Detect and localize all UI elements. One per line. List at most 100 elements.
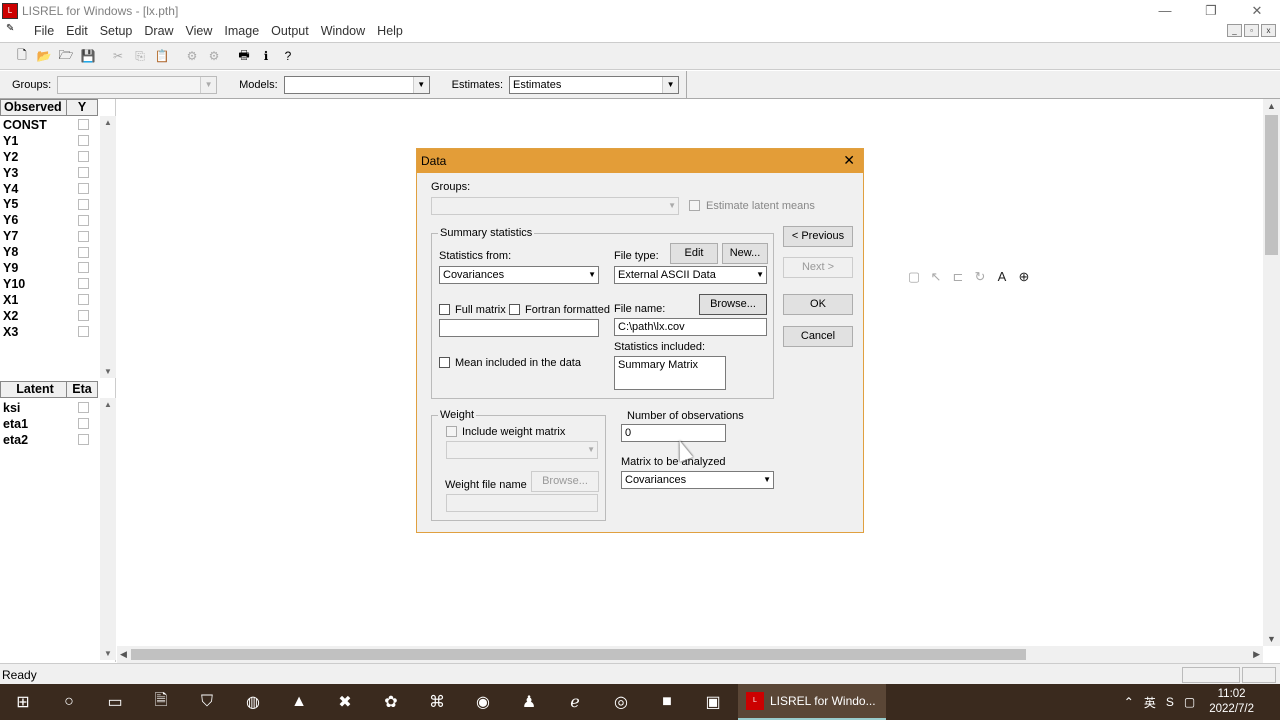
matrix-to-be-analyzed-select[interactable]: Covariances ▼: [621, 471, 774, 489]
number-of-observations-input[interactable]: 0: [621, 424, 726, 442]
variable-checkbox[interactable]: [78, 278, 89, 290]
run-prelis-icon[interactable]: ⚙: [204, 46, 224, 66]
latent-scrollbar[interactable]: ▲ ▼: [100, 398, 116, 660]
menu-help[interactable]: Help: [371, 24, 409, 38]
terminal-icon[interactable]: ▣: [690, 684, 736, 720]
menu-output[interactable]: Output: [265, 24, 315, 38]
chrome-icon[interactable]: ◎: [598, 684, 644, 720]
new-file-icon[interactable]: 🗋: [12, 46, 32, 66]
sogou-icon[interactable]: S: [1166, 695, 1174, 709]
shield-icon[interactable]: ⛉: [184, 684, 230, 720]
mean-included-checkbox[interactable]: [439, 357, 450, 368]
curved-arrow-icon[interactable]: ↻: [971, 268, 989, 286]
list-item[interactable]: Y8: [0, 244, 100, 260]
list-item[interactable]: Y5: [0, 196, 100, 212]
groups-select[interactable]: ▼: [57, 75, 218, 94]
fortran-formatted-checkbox[interactable]: [509, 304, 520, 315]
help-icon[interactable]: ?: [278, 46, 298, 66]
run-lisrel-icon[interactable]: ⚙: [182, 46, 202, 66]
list-item[interactable]: Y10: [0, 276, 100, 292]
variable-checkbox[interactable]: [78, 294, 89, 306]
red-app-icon[interactable]: ■: [644, 684, 690, 720]
fortran-format-input[interactable]: [439, 319, 599, 337]
search-icon[interactable]: ○: [46, 684, 92, 720]
info-icon[interactable]: ℹ: [256, 46, 276, 66]
list-item[interactable]: Y6: [0, 212, 100, 228]
weight-file-name-input[interactable]: [446, 494, 598, 512]
weight-matrix-select[interactable]: ▼: [446, 441, 598, 459]
globe-icon[interactable]: ◍: [230, 684, 276, 720]
paste-icon[interactable]: 📋: [152, 46, 172, 66]
ime-indicator[interactable]: 英: [1144, 694, 1156, 711]
estimate-latent-means-checkbox[interactable]: [689, 200, 700, 211]
matlab-icon[interactable]: ▲: [276, 684, 322, 720]
main-horizontal-scrollbar[interactable]: ◀ ▶: [117, 646, 1263, 663]
menu-view[interactable]: View: [180, 24, 219, 38]
restore-icon[interactable]: ❐: [1188, 0, 1234, 21]
mdi-restore-icon[interactable]: ▫: [1244, 24, 1259, 37]
save-icon[interactable]: 💾: [78, 46, 98, 66]
menu-edit[interactable]: Edit: [60, 24, 94, 38]
capcut-icon[interactable]: ✖: [322, 684, 368, 720]
edge-icon[interactable]: ℯ: [552, 684, 598, 720]
list-item[interactable]: Y9: [0, 260, 100, 276]
variable-checkbox[interactable]: [78, 167, 89, 179]
copy-icon[interactable]: ⎘: [130, 46, 150, 66]
notification-icon[interactable]: ▢: [1184, 695, 1195, 709]
variable-checkbox[interactable]: [78, 310, 89, 322]
gear-icon[interactable]: ✿: [368, 684, 414, 720]
variable-checkbox[interactable]: [78, 230, 89, 242]
variable-checkbox[interactable]: [78, 262, 89, 274]
ok-button[interactable]: OK: [783, 294, 853, 315]
menu-window[interactable]: Window: [315, 24, 371, 38]
list-item[interactable]: Y7: [0, 228, 100, 244]
list-item[interactable]: ksi: [0, 400, 100, 416]
cut-icon[interactable]: ✂: [108, 46, 128, 66]
full-matrix-checkbox[interactable]: [439, 304, 450, 315]
list-item[interactable]: CONST: [0, 117, 100, 133]
zoom-icon[interactable]: ⊕: [1015, 268, 1033, 286]
qq-icon[interactable]: ♟: [506, 684, 552, 720]
list-item[interactable]: X2: [0, 308, 100, 324]
file-name-input[interactable]: C:\path\lx.cov: [614, 318, 767, 336]
open-project-icon[interactable]: 🗁: [56, 46, 76, 66]
close-icon[interactable]: ✕: [1234, 0, 1280, 21]
browse-button[interactable]: Browse...: [699, 294, 767, 315]
list-item[interactable]: eta2: [0, 432, 100, 448]
mdi-close-icon[interactable]: x: [1261, 24, 1276, 37]
list-item[interactable]: Y3: [0, 165, 100, 181]
variable-checkbox[interactable]: [78, 119, 89, 131]
open-folder-icon[interactable]: 📂: [34, 46, 54, 66]
wechat-icon[interactable]: ◉: [460, 684, 506, 720]
previous-button[interactable]: < Previous: [783, 226, 853, 247]
variable-checkbox[interactable]: [78, 246, 89, 258]
arrow-icon[interactable]: ↖: [927, 268, 945, 286]
menu-image[interactable]: Image: [218, 24, 265, 38]
list-item[interactable]: Y1: [0, 133, 100, 149]
weight-browse-button[interactable]: Browse...: [531, 471, 599, 492]
windows-start-icon[interactable]: ⊞: [0, 684, 46, 720]
new-button[interactable]: New...: [722, 243, 768, 264]
menu-setup[interactable]: Setup: [94, 24, 139, 38]
print-icon[interactable]: 🖶: [234, 46, 254, 66]
next-button[interactable]: Next >: [783, 257, 853, 278]
rectangle-icon[interactable]: ▢: [905, 268, 923, 286]
network-icon[interactable]: ⌘: [414, 684, 460, 720]
variable-checkbox[interactable]: [78, 151, 89, 163]
estimates-select[interactable]: Estimates ▼: [509, 75, 680, 94]
variable-checkbox[interactable]: [78, 418, 89, 430]
text-icon[interactable]: A: [993, 268, 1011, 286]
lisrel-app-icon[interactable]: L: [2, 2, 18, 19]
list-item[interactable]: X1: [0, 292, 100, 308]
taskbar-lisrel-app[interactable]: L LISREL for Windo...: [738, 684, 886, 720]
list-item[interactable]: Y4: [0, 181, 100, 197]
close-icon[interactable]: ✕: [843, 152, 855, 169]
variable-checkbox[interactable]: [78, 135, 89, 147]
clock[interactable]: 11:02 2022/7/2: [1209, 687, 1254, 717]
variable-checkbox[interactable]: [78, 214, 89, 226]
variable-checkbox[interactable]: [78, 183, 89, 194]
list-item[interactable]: Y2: [0, 149, 100, 165]
variable-checkbox[interactable]: [78, 402, 89, 414]
statistics-from-select[interactable]: Covariances ▼: [439, 266, 599, 284]
observed-scrollbar[interactable]: ▲ ▼: [100, 116, 116, 378]
